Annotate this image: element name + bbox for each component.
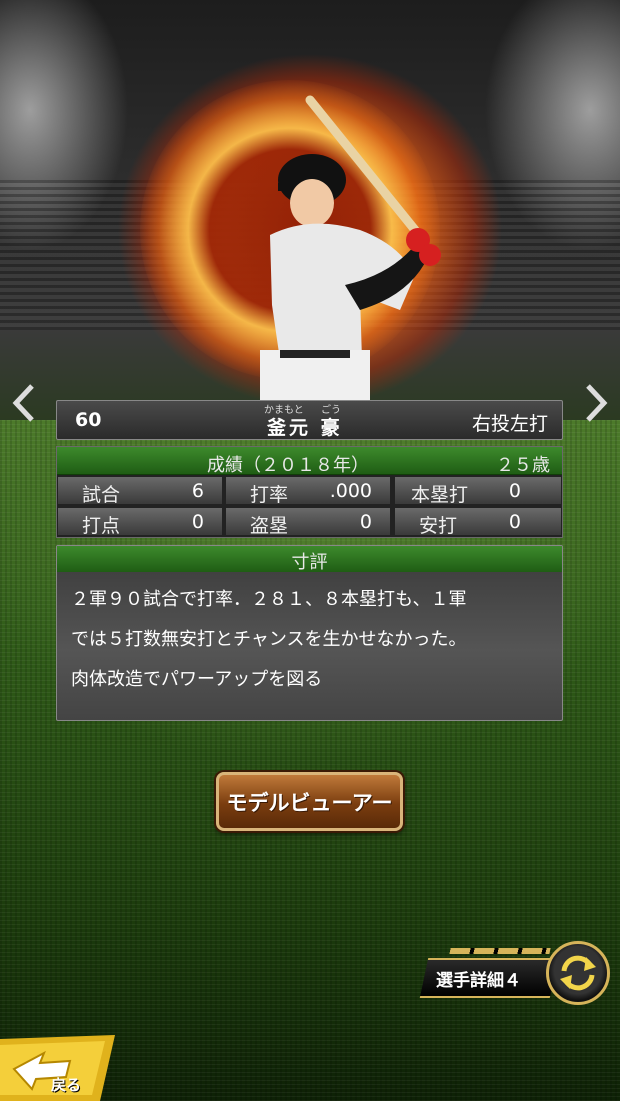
stat-value: 6: [191, 480, 204, 502]
stat-value: 0: [508, 511, 521, 533]
review-title: 寸評: [291, 552, 328, 573]
player-age: ２５歳: [496, 455, 550, 476]
player-image: [260, 95, 441, 405]
review-panel: 寸評 ２軍９０試合で打率．２８１、８本塁打も、１軍 では５打数無安打とチャンスを…: [56, 545, 563, 721]
stats-header: 成績（２０１８年） ２５歳: [57, 447, 562, 476]
swap-icon: [560, 955, 596, 991]
swap-detail-button[interactable]: [546, 941, 610, 1005]
next-player-button[interactable]: [578, 380, 614, 426]
stat-value: 0: [191, 511, 204, 533]
prev-player-button[interactable]: [6, 380, 42, 426]
stat-rbi: 打点 0: [57, 507, 223, 537]
stat-value: 0: [508, 480, 521, 502]
stat-steals: 盗塁 0: [225, 507, 391, 537]
review-text: ２軍９０試合で打率．２８１、８本塁打も、１軍 では５打数無安打とチャンスを生かせ…: [71, 589, 467, 690]
stats-panel: 成績（２０１８年） ２５歳 試合 6 打率 .000 本塁打 0 打点 0 盗塁…: [56, 446, 563, 538]
player-detail-label: 選手詳細４: [436, 971, 521, 991]
stat-value: .000: [329, 480, 372, 502]
stat-hits: 安打 0: [394, 507, 562, 537]
chevron-left-icon: [12, 384, 34, 422]
stat-games: 試合 6: [57, 476, 223, 506]
chevron-right-icon: [586, 384, 608, 422]
throws-bats: 右投左打: [471, 413, 548, 435]
stats-title: 成績（２０１８年）: [207, 455, 369, 476]
player-info-bar: 60 かまもと ごう 釜元 豪 右投左打: [56, 400, 563, 440]
stat-average: 打率 .000: [225, 476, 391, 506]
player-name: 釜元 豪: [267, 417, 343, 439]
review-header: 寸評: [57, 546, 562, 573]
stat-label: 本塁打: [411, 484, 469, 506]
detail-stripes: [449, 948, 551, 954]
back-label: 戻る: [51, 1076, 82, 1094]
stat-home-runs: 本塁打 0: [394, 476, 562, 506]
uniform-number: 60: [75, 409, 102, 431]
stat-label: 安打: [419, 515, 458, 537]
model-viewer-button[interactable]: モデルビューアー: [216, 772, 403, 831]
stat-value: 0: [359, 511, 372, 533]
stat-label: 試合: [82, 484, 121, 506]
stat-label: 打率: [250, 484, 289, 506]
stat-label: 盗塁: [250, 515, 289, 537]
stat-label: 打点: [82, 515, 121, 537]
model-viewer-label: モデルビューアー: [226, 790, 393, 815]
